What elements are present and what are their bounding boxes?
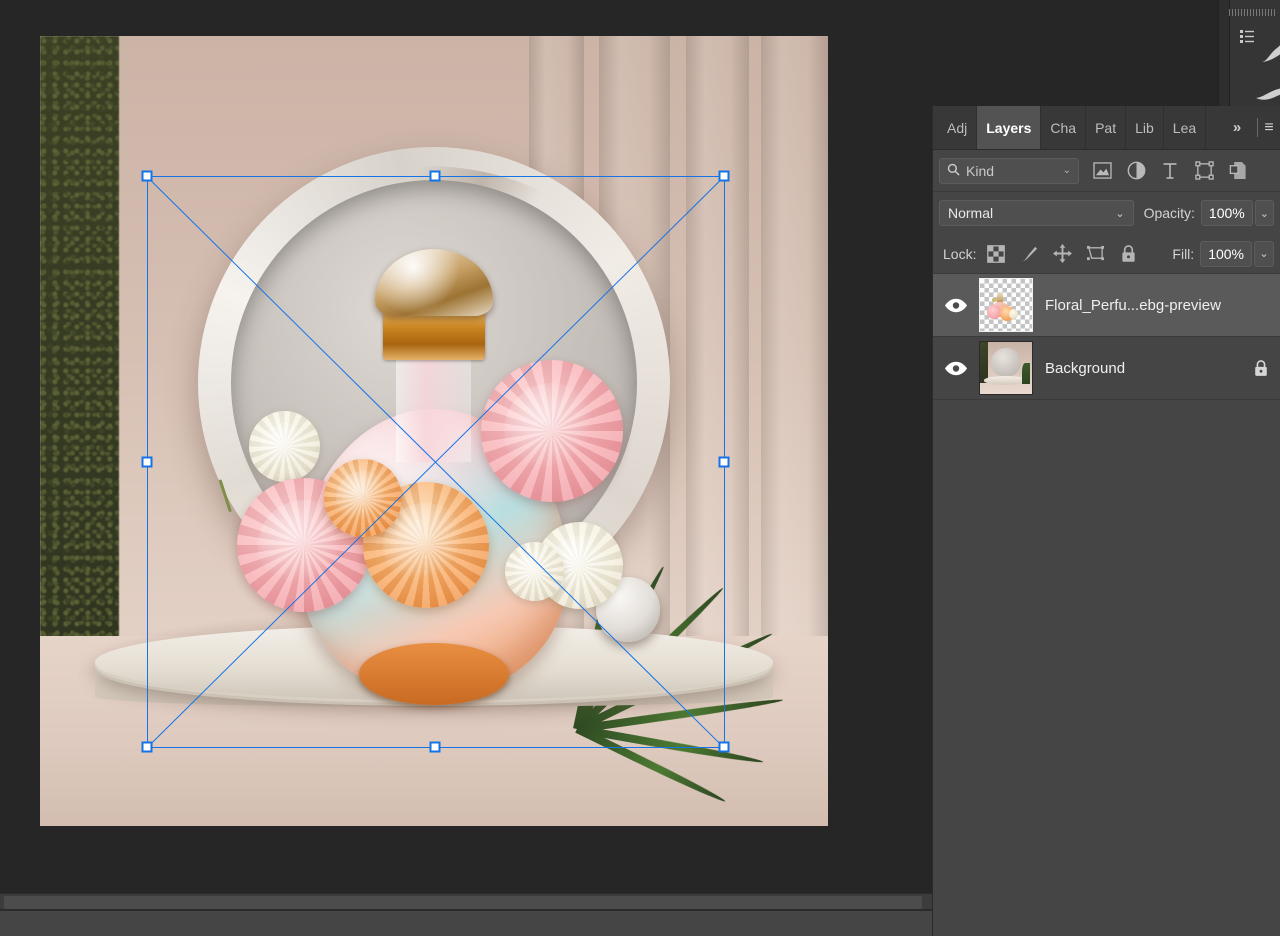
tab-layers[interactable]: Layers bbox=[977, 106, 1042, 149]
tab-adjustments[interactable]: Adj bbox=[933, 106, 978, 149]
panel-tab-bar[interactable]: Adj Layers Cha Pat Lib Lea » ≡ bbox=[933, 106, 1280, 150]
lock-row[interactable]: Lock: Fill: 100% ⌄ bbox=[933, 234, 1280, 274]
panel-grip[interactable] bbox=[1229, 9, 1275, 16]
filter-adjustment-layers-icon[interactable] bbox=[1125, 160, 1147, 182]
search-icon bbox=[947, 163, 960, 179]
filter-type-layers-icon[interactable] bbox=[1159, 160, 1181, 182]
lock-icon bbox=[1255, 360, 1267, 376]
fill-chevron-down-icon[interactable]: ⌄ bbox=[1254, 240, 1274, 267]
brush-list-icon[interactable] bbox=[1239, 28, 1255, 49]
brush-stroke-icon-1[interactable] bbox=[1259, 40, 1280, 71]
tab-overflow-button[interactable]: » bbox=[1217, 106, 1257, 149]
blend-mode-value: Normal bbox=[948, 205, 994, 221]
artwork-image bbox=[40, 36, 828, 826]
lock-position-icon[interactable] bbox=[1052, 244, 1072, 264]
filter-pixel-layers-icon[interactable] bbox=[1091, 160, 1113, 182]
bottle-base bbox=[358, 643, 509, 705]
layer-thumbnail[interactable] bbox=[979, 341, 1033, 395]
opacity-chevron-down-icon[interactable]: ⌄ bbox=[1254, 200, 1274, 226]
lock-artboard-nesting-icon[interactable] bbox=[1085, 244, 1105, 264]
bottle-neck bbox=[396, 346, 472, 462]
fill-input[interactable]: 100% bbox=[1200, 240, 1252, 267]
opacity-label: Opacity: bbox=[1143, 205, 1195, 221]
eye-icon bbox=[945, 298, 967, 312]
lock-all-icon[interactable] bbox=[1118, 244, 1138, 264]
layer-filter-row[interactable]: Kind ⌄ bbox=[933, 150, 1280, 192]
document-canvas[interactable] bbox=[40, 36, 828, 826]
layers-panel[interactable]: Adj Layers Cha Pat Lib Lea » ≡ Kind ⌄ No… bbox=[932, 106, 1280, 936]
canvas-h-scrollbar-thumb[interactable] bbox=[4, 896, 922, 909]
flower-cream-right-small bbox=[504, 541, 564, 601]
layer-visibility-toggle[interactable] bbox=[933, 361, 979, 376]
flower-pink-right bbox=[481, 359, 624, 502]
layer-thumbnail[interactable] bbox=[979, 278, 1033, 332]
filter-shape-layers-icon[interactable] bbox=[1193, 160, 1215, 182]
lock-options[interactable] bbox=[986, 244, 1138, 264]
flower-cream-left bbox=[248, 411, 320, 483]
photoshop-window: Adj Layers Cha Pat Lib Lea » ≡ Kind ⌄ No… bbox=[0, 0, 1280, 936]
tab-libraries[interactable]: Lib bbox=[1126, 106, 1164, 149]
brush-presets-panel-sliver[interactable] bbox=[1218, 0, 1280, 106]
tab-learn[interactable]: Lea bbox=[1164, 106, 1207, 149]
fill-label: Fill: bbox=[1172, 245, 1195, 262]
chevron-down-icon: ⌄ bbox=[1062, 165, 1071, 176]
lock-image-pixels-icon[interactable] bbox=[1019, 244, 1039, 264]
filter-kind-label: Kind bbox=[966, 162, 995, 179]
blend-mode-row[interactable]: Normal ⌄ Opacity: 100% ⌄ bbox=[933, 192, 1280, 234]
layer-lock-indicator bbox=[1248, 359, 1274, 377]
layer-filter-icons[interactable] bbox=[1091, 160, 1249, 182]
opacity-input[interactable]: 100% bbox=[1200, 200, 1253, 226]
filter-smart-objects-icon[interactable] bbox=[1227, 160, 1249, 182]
blend-mode-select[interactable]: Normal ⌄ bbox=[939, 200, 1134, 226]
table-row[interactable]: Background bbox=[933, 337, 1280, 400]
canvas-h-scrollbar[interactable] bbox=[0, 893, 932, 910]
filter-kind-select[interactable]: Kind ⌄ bbox=[939, 157, 1079, 184]
layer-name[interactable]: Floral_Perfu...ebg-preview bbox=[1045, 297, 1248, 314]
lock-transparent-pixels-icon[interactable] bbox=[986, 244, 1006, 264]
tab-channels[interactable]: Cha bbox=[1041, 106, 1087, 149]
table-row[interactable]: Floral_Perfu...ebg-preview bbox=[933, 274, 1280, 337]
tab-paths[interactable]: Pat bbox=[1086, 106, 1127, 149]
layer-name[interactable]: Background bbox=[1045, 360, 1248, 377]
layers-list[interactable]: Floral_Perfu...ebg-preview Background bbox=[933, 274, 1280, 400]
document-status-bar bbox=[0, 910, 932, 936]
eye-icon bbox=[945, 361, 967, 375]
chevron-down-icon: ⌄ bbox=[1115, 207, 1125, 220]
bottle-cap bbox=[375, 249, 493, 316]
lock-label: Lock: bbox=[943, 245, 977, 262]
panel-menu-icon[interactable]: ≡ bbox=[1258, 106, 1280, 149]
layer-visibility-toggle[interactable] bbox=[933, 298, 979, 313]
